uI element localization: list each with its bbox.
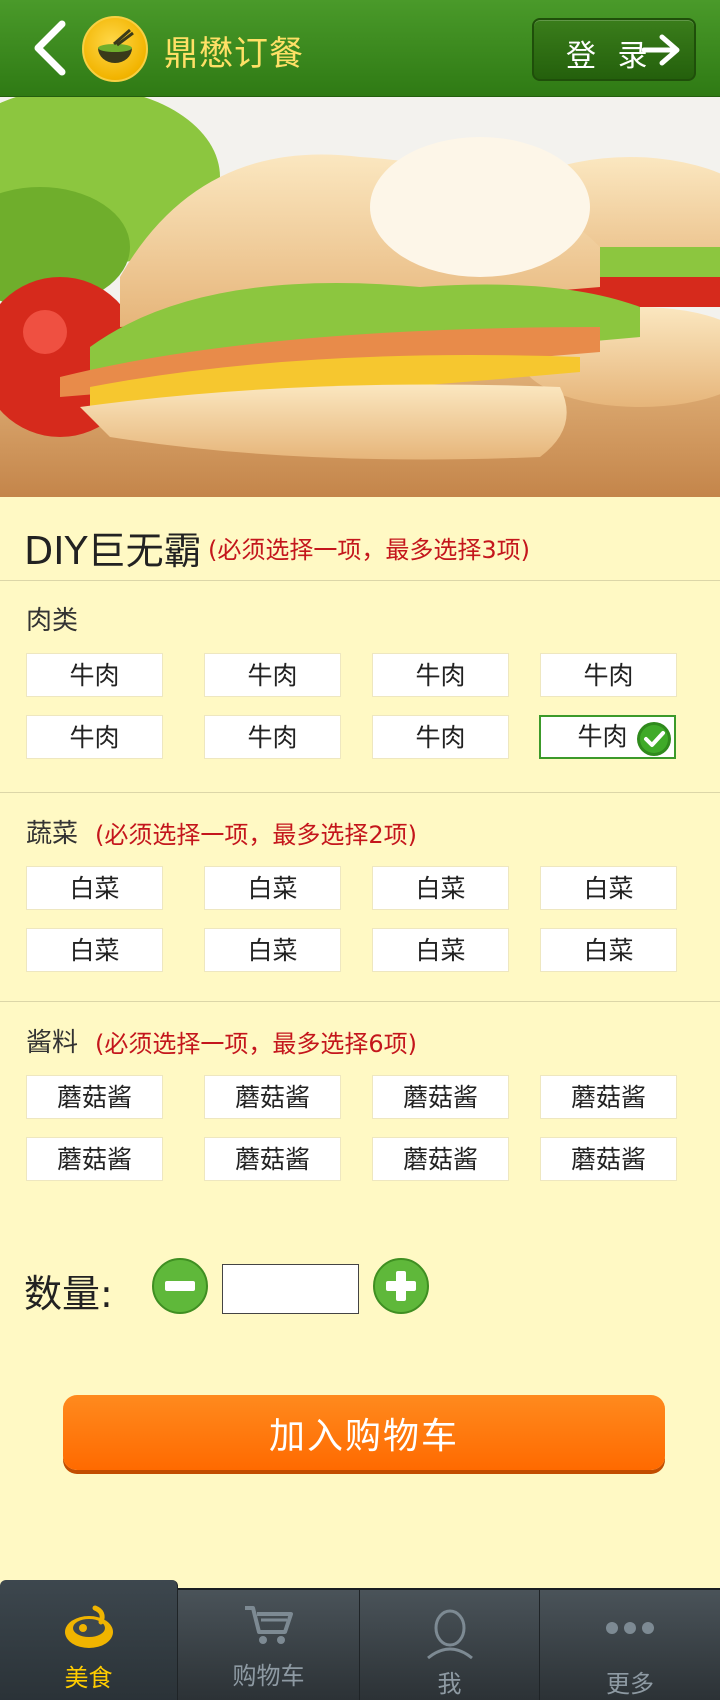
tab-food[interactable]: 美食 [0, 1580, 178, 1700]
option-sauce[interactable]: 蘑菇酱 [372, 1075, 509, 1119]
minus-icon [152, 1258, 208, 1314]
option-label: 白菜 [247, 874, 298, 903]
tab-me[interactable]: 我 [360, 1590, 540, 1700]
option-label: 白菜 [415, 936, 466, 965]
option-meat[interactable]: 牛肉 [26, 653, 163, 697]
option-label: 蘑菇酱 [570, 1083, 646, 1112]
option-vegetable[interactable]: 白菜 [204, 866, 341, 910]
option-label: 白菜 [583, 874, 634, 903]
tab-label: 我 [437, 1670, 462, 1698]
tab-more[interactable]: 更多 [540, 1590, 720, 1700]
option-label: 白菜 [69, 936, 120, 965]
option-meat[interactable]: 牛肉 [204, 653, 341, 697]
option-vegetable[interactable]: 白菜 [372, 928, 509, 972]
option-label: 牛肉 [415, 723, 466, 752]
plus-icon [373, 1258, 429, 1314]
option-label: 蘑菇酱 [570, 1145, 646, 1174]
user-icon [426, 1609, 473, 1660]
check-icon [637, 722, 671, 756]
add-to-cart-button[interactable]: 加入购物车 [63, 1395, 665, 1470]
bottom-tab-bar: 美食 购物车 我 更多 [0, 1580, 720, 1700]
option-label: 牛肉 [577, 722, 628, 751]
sandwich-illustration [0, 97, 720, 497]
option-meat[interactable]: 牛肉 [204, 715, 341, 759]
product-image [0, 97, 720, 497]
option-label: 牛肉 [247, 661, 298, 690]
option-label: 白菜 [415, 874, 466, 903]
option-sauce[interactable]: 蘑菇酱 [26, 1137, 163, 1181]
product-title: DIY巨无霸 [24, 529, 202, 573]
option-meat[interactable]: 牛肉 [540, 653, 677, 697]
option-vegetable[interactable]: 白菜 [26, 866, 163, 910]
option-sauce[interactable]: 蘑菇酱 [372, 1137, 509, 1181]
option-label: 牛肉 [247, 723, 298, 752]
option-meat[interactable]: 牛肉 [372, 715, 509, 759]
cart-icon [244, 1606, 293, 1644]
section-note-sauce: (必须选择一项，最多选择6项) [95, 1030, 417, 1058]
option-meat[interactable]: 牛肉 [372, 653, 509, 697]
option-vegetable[interactable]: 白菜 [26, 928, 163, 972]
option-label: 牛肉 [69, 661, 120, 690]
option-vegetable[interactable]: 白菜 [204, 928, 341, 972]
section-note-vegetable: (必须选择一项，最多选择2项) [95, 821, 417, 849]
section-title-sauce: 酱料 [26, 1028, 79, 1058]
divider [0, 580, 720, 581]
divider [0, 1001, 720, 1002]
tab-label: 美食 [64, 1664, 113, 1692]
option-sauce[interactable]: 蘑菇酱 [26, 1075, 163, 1119]
tab-cart[interactable]: 购物车 [178, 1590, 360, 1700]
option-label: 蘑菇酱 [234, 1145, 310, 1174]
option-label: 蘑菇酱 [402, 1145, 478, 1174]
option-vegetable[interactable]: 白菜 [372, 866, 509, 910]
tab-label: 购物车 [232, 1662, 305, 1690]
top-bar: 鼎懋订餐 登 录 [0, 0, 720, 97]
app-logo [82, 16, 148, 82]
section-title-meat: 肉类 [26, 606, 79, 636]
quantity-input[interactable] [222, 1264, 359, 1314]
product-requirement-note: (必须选择一项，最多选择3项) [208, 536, 530, 564]
option-label: 白菜 [583, 936, 634, 965]
app-title: 鼎懋订餐 [164, 34, 304, 74]
decrease-quantity-button[interactable] [152, 1258, 208, 1314]
option-label: 白菜 [247, 936, 298, 965]
more-icon [606, 1622, 654, 1634]
option-label: 蘑菇酱 [234, 1083, 310, 1112]
quantity-label: 数量: [24, 1272, 113, 1316]
arrow-right-icon [642, 34, 680, 66]
option-label: 蘑菇酱 [402, 1083, 478, 1112]
option-label: 牛肉 [583, 661, 634, 690]
section-title-vegetable: 蔬菜 [26, 819, 79, 849]
tab-label: 更多 [606, 1670, 654, 1698]
option-sauce[interactable]: 蘑菇酱 [204, 1075, 341, 1119]
option-sauce[interactable]: 蘑菇酱 [540, 1137, 677, 1181]
bowl-icon [98, 28, 134, 63]
food-icon [64, 1605, 113, 1648]
login-button[interactable]: 登 录 [532, 18, 696, 81]
option-label: 蘑菇酱 [56, 1083, 132, 1112]
increase-quantity-button[interactable] [373, 1258, 429, 1314]
option-label: 白菜 [69, 874, 120, 903]
option-label: 蘑菇酱 [56, 1145, 132, 1174]
option-vegetable[interactable]: 白菜 [540, 866, 677, 910]
option-sauce[interactable]: 蘑菇酱 [204, 1137, 341, 1181]
option-sauce[interactable]: 蘑菇酱 [540, 1075, 677, 1119]
option-meat-selected[interactable]: 牛肉 [539, 715, 676, 759]
divider [0, 792, 720, 793]
option-meat[interactable]: 牛肉 [26, 715, 163, 759]
back-button[interactable] [28, 18, 72, 78]
option-label: 牛肉 [415, 661, 466, 690]
login-label: 登 录 [566, 39, 654, 74]
chevron-left-icon [34, 20, 66, 76]
option-vegetable[interactable]: 白菜 [540, 928, 677, 972]
option-label: 牛肉 [69, 723, 120, 752]
